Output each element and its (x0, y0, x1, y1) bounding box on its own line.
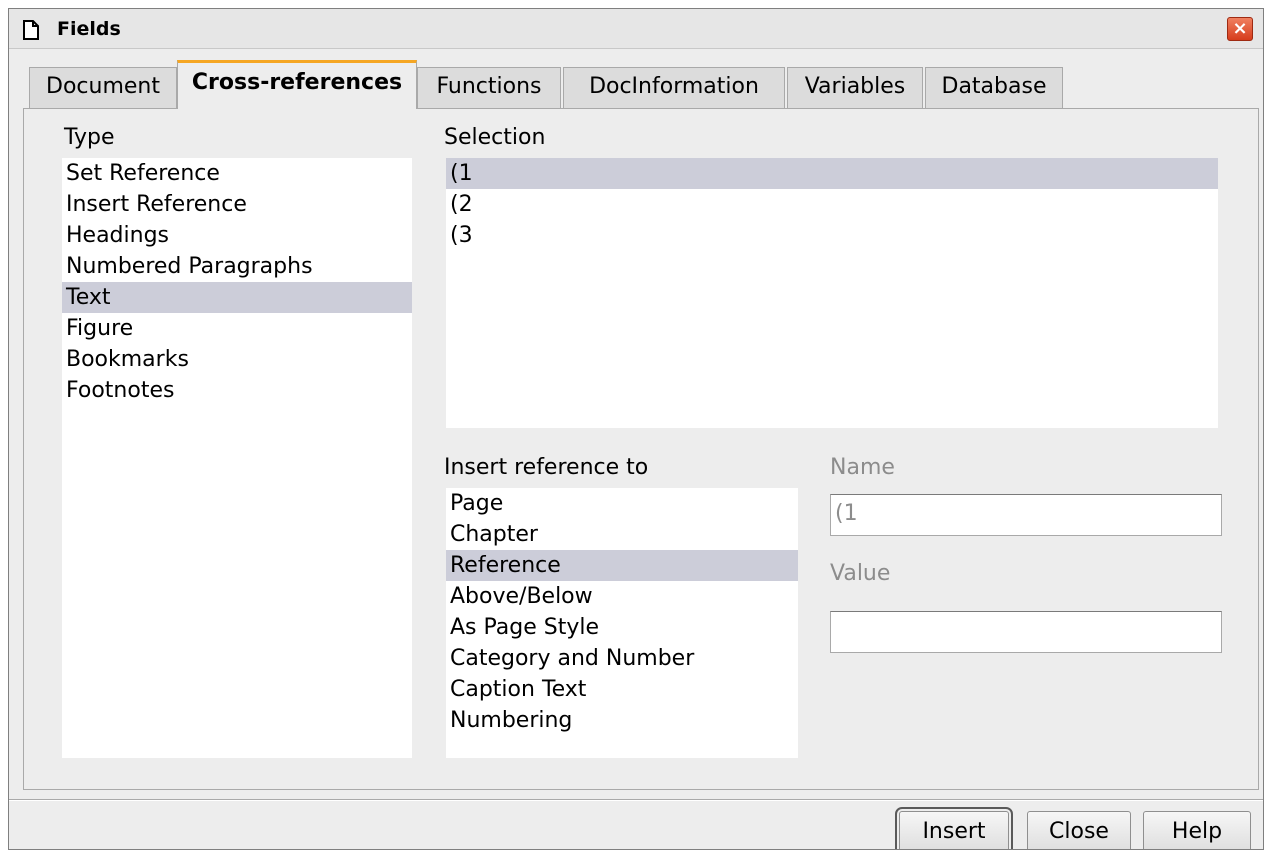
ref-item-above-below[interactable]: Above/Below (446, 581, 798, 612)
selection-item[interactable]: (3 (446, 220, 1218, 251)
tab-cross-references[interactable]: Cross-references (177, 60, 417, 109)
type-item-text[interactable]: Text (62, 282, 412, 313)
value-field[interactable] (830, 611, 1222, 653)
tab-document[interactable]: Document (29, 67, 177, 108)
selection-item[interactable]: (2 (446, 189, 1218, 220)
button-separator (9, 799, 1263, 801)
close-window-button[interactable]: × (1227, 17, 1253, 41)
ref-item-page[interactable]: Page (446, 488, 798, 519)
tab-functions[interactable]: Functions (417, 67, 561, 108)
title-bar: Fields × (9, 9, 1263, 49)
selection-label: Selection (444, 125, 546, 150)
value-label: Value (830, 561, 891, 586)
type-item-headings[interactable]: Headings (62, 220, 412, 251)
ref-item-chapter[interactable]: Chapter (446, 519, 798, 550)
help-button[interactable]: Help (1143, 811, 1251, 849)
type-item-numbered-paragraphs[interactable]: Numbered Paragraphs (62, 251, 412, 282)
name-field[interactable]: (1 (830, 494, 1222, 536)
name-label: Name (830, 455, 895, 480)
selection-listbox[interactable]: (1 (2 (3 (446, 158, 1218, 428)
ref-item-category-and-number[interactable]: Category and Number (446, 643, 798, 674)
ref-item-reference[interactable]: Reference (446, 550, 798, 581)
fields-dialog: Fields × Document Cross-references Funct… (8, 8, 1264, 850)
document-icon (23, 20, 39, 40)
type-item-bookmarks[interactable]: Bookmarks (62, 344, 412, 375)
type-item-insert-reference[interactable]: Insert Reference (62, 189, 412, 220)
type-listbox[interactable]: Set Reference Insert Reference Headings … (62, 158, 412, 758)
type-item-figure[interactable]: Figure (62, 313, 412, 344)
tab-database[interactable]: Database (925, 67, 1063, 108)
tab-variables[interactable]: Variables (787, 67, 923, 108)
close-button[interactable]: Close (1027, 811, 1131, 849)
ref-item-numbering[interactable]: Numbering (446, 705, 798, 736)
insert-button[interactable]: Insert (895, 807, 1013, 849)
insert-reference-to-label: Insert reference to (444, 455, 649, 480)
window-title: Fields (57, 18, 121, 40)
insert-reference-to-listbox[interactable]: Page Chapter Reference Above/Below As Pa… (446, 488, 798, 758)
ref-item-as-page-style[interactable]: As Page Style (446, 612, 798, 643)
tab-docinformation[interactable]: DocInformation (563, 67, 785, 108)
type-label: Type (64, 125, 115, 150)
cross-references-panel: Type Set Reference Insert Reference Head… (23, 108, 1259, 790)
type-item-footnotes[interactable]: Footnotes (62, 375, 412, 406)
ref-item-caption-text[interactable]: Caption Text (446, 674, 798, 705)
selection-item[interactable]: (1 (446, 158, 1218, 189)
type-item-set-reference[interactable]: Set Reference (62, 158, 412, 189)
